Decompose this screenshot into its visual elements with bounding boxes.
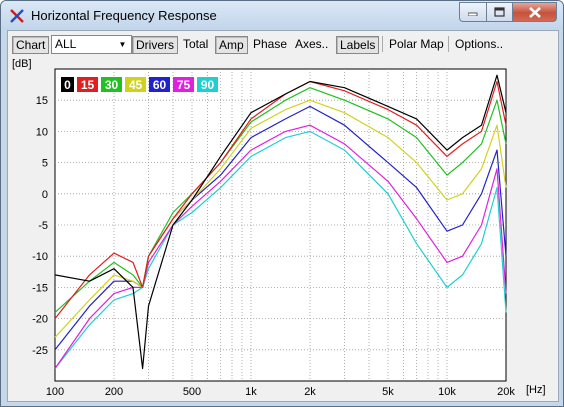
- legend-label: 90: [201, 78, 215, 92]
- x-tick-label: 5k: [382, 386, 394, 398]
- title-bar[interactable]: Horizontal Frequency Response: [1, 1, 563, 30]
- maximize-button[interactable]: [487, 2, 513, 22]
- y-tick-label: 5: [42, 158, 48, 170]
- legend-label: 60: [153, 78, 167, 92]
- drivers-button[interactable]: Drivers: [132, 36, 178, 54]
- phase-button[interactable]: Phase: [253, 36, 287, 52]
- chart-button[interactable]: Chart: [12, 36, 50, 54]
- driver-select[interactable]: ALL ▼: [51, 35, 132, 54]
- chevron-down-icon: ▼: [118, 40, 127, 49]
- x-tick-label: 100: [46, 386, 64, 398]
- y-tick-label: 10: [36, 126, 48, 138]
- frequency-response-chart: 100 200 500 1k 2k 5k 10k 20k 15 10 5 0 -5 -10 -15 -20 -2…: [8, 57, 558, 401]
- close-icon: [528, 6, 541, 18]
- legend-label: 45: [129, 78, 143, 92]
- total-button[interactable]: Total: [183, 36, 208, 52]
- polar-map-button[interactable]: Polar Map: [389, 36, 444, 52]
- y-tick-label: 15: [36, 95, 48, 107]
- y-tick-label: -20: [32, 314, 48, 326]
- labels-button[interactable]: Labels: [336, 36, 380, 54]
- close-button[interactable]: [513, 2, 557, 22]
- window-title: Horizontal Frequency Response: [31, 8, 217, 23]
- toolbar-separator: [448, 36, 449, 52]
- legend-label: 75: [177, 78, 191, 92]
- legend-label: 0: [64, 78, 71, 92]
- axes-button[interactable]: Axes..: [295, 36, 328, 52]
- x-tick-label: 500: [183, 386, 201, 398]
- y-tick-label: -15: [32, 282, 48, 294]
- y-tick-label: -10: [32, 251, 48, 263]
- y-axis-label: [dB]: [12, 58, 32, 70]
- minimize-icon: [468, 12, 478, 16]
- app-logo-icon: [10, 9, 24, 23]
- options-button[interactable]: Options..: [455, 36, 503, 52]
- x-tick-label: 10k: [438, 386, 456, 398]
- y-tick-label: -5: [38, 220, 48, 232]
- toolbar-separator: [382, 36, 383, 52]
- amp-button[interactable]: Amp: [215, 36, 248, 54]
- driver-select-value: ALL: [55, 37, 77, 51]
- x-tick-label: 1k: [245, 386, 257, 398]
- x-tick-label: 200: [105, 386, 123, 398]
- toolbar: Chart ALL ▼ Drivers Total Amp Phase Axes…: [8, 31, 558, 57]
- chart-area: 100 200 500 1k 2k 5k 10k 20k 15 10 5 0 -5 -10 -15 -20 -2…: [8, 57, 558, 401]
- x-tick-label: 2k: [304, 386, 316, 398]
- legend-label: 30: [105, 78, 119, 92]
- x-axis-label: [Hz]: [526, 384, 546, 396]
- y-tick-label: -25: [32, 345, 48, 357]
- app-window: Horizontal Frequency Response Chart ALL …: [0, 0, 564, 407]
- maximize-icon: [494, 7, 505, 17]
- client-area: Chart ALL ▼ Drivers Total Amp Phase Axes…: [7, 30, 559, 402]
- minimize-button[interactable]: [459, 2, 487, 22]
- x-tick-label: 20k: [497, 386, 515, 398]
- legend-label: 15: [81, 78, 95, 92]
- y-tick-label: 0: [42, 189, 48, 201]
